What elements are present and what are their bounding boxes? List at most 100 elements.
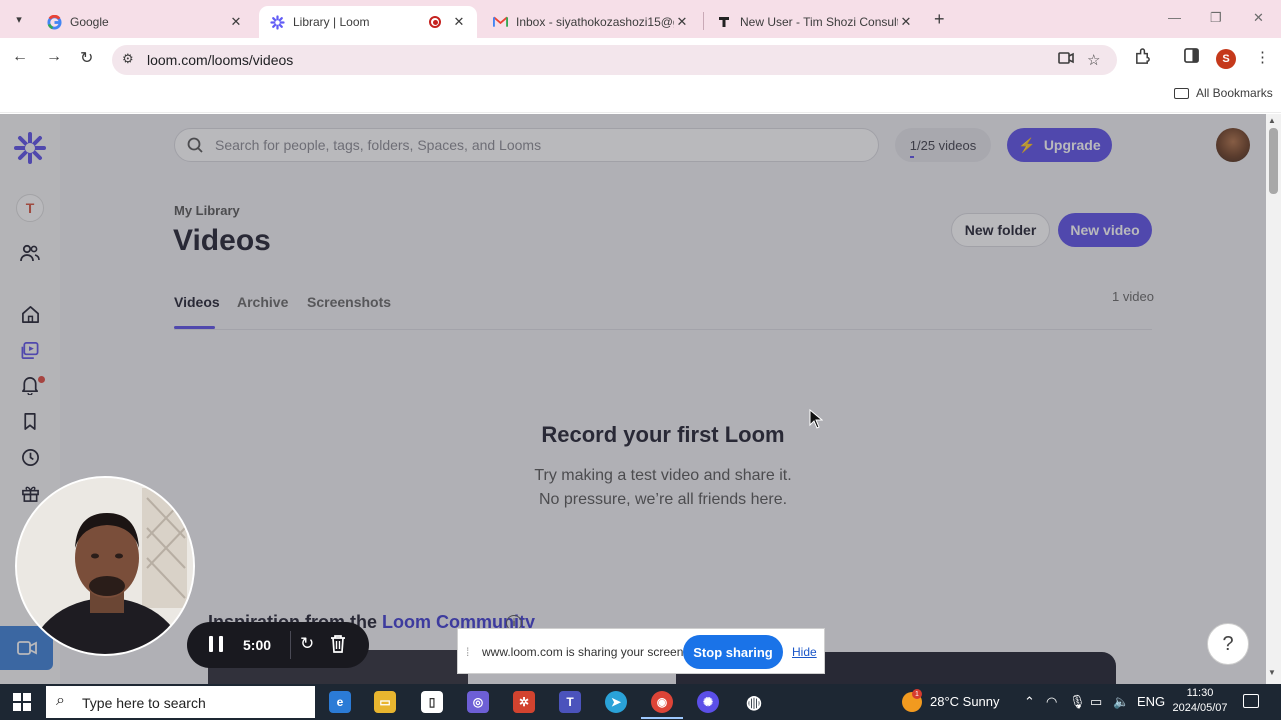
scroll-down-arrow-icon[interactable]: ▼ [1268, 668, 1276, 677]
app-icon[interactable]: ✲ [513, 691, 535, 713]
search-input[interactable] [215, 134, 855, 156]
controls-divider [290, 631, 291, 659]
empty-state-line-1: Try making a test video and share it. [534, 467, 792, 484]
google-icon [46, 14, 62, 30]
people-icon[interactable] [19, 242, 41, 264]
restore-icon[interactable]: ❐ [1210, 10, 1222, 26]
volume-icon[interactable]: 🔈 [1113, 694, 1129, 710]
tab-new-user[interactable]: New User - Tim Shozi Consulting ✕ [706, 6, 924, 38]
search-bar[interactable] [174, 128, 879, 162]
obs-icon[interactable]: ◍ [743, 691, 765, 713]
upgrade-label: Upgrade [1043, 137, 1101, 153]
tab-archive[interactable]: Archive [237, 294, 288, 310]
recording-controls: 5:00 ↻ [187, 622, 369, 668]
page-title: Videos [173, 224, 271, 257]
workspace-avatar[interactable]: T [16, 194, 44, 222]
new-video-button[interactable]: New video [1058, 213, 1152, 247]
new-tab-icon[interactable]: + [934, 9, 945, 30]
loom-page: T 1/25 videos ⚡ Upg [0, 114, 1266, 684]
site-info-icon[interactable]: ⚙ [122, 51, 134, 67]
battery-icon[interactable]: ▭ [1090, 694, 1102, 710]
weather-badge: 1 [912, 689, 922, 699]
tab-gmail-inbox[interactable]: Inbox - siyathokozashozi15@gmail.com ✕ [482, 6, 700, 38]
tab-videos[interactable]: Videos [174, 294, 220, 310]
user-avatar[interactable] [1216, 128, 1250, 162]
stop-sharing-button[interactable]: Stop sharing [683, 635, 783, 669]
scrollbar-thumb[interactable] [1269, 128, 1278, 194]
breadcrumb[interactable]: My Library [174, 203, 240, 218]
new-folder-button[interactable]: New folder [951, 213, 1050, 247]
camera-bubble[interactable] [15, 476, 195, 656]
notification-dot [38, 376, 45, 383]
library-icon[interactable] [19, 339, 41, 361]
minimize-icon[interactable]: — [1168, 10, 1181, 25]
mouse-cursor-icon [809, 409, 823, 429]
all-bookmarks-label: All Bookmarks [1196, 86, 1273, 100]
video-camera-icon [16, 641, 37, 655]
pause-icon[interactable] [209, 636, 223, 652]
gmail-icon [492, 14, 508, 30]
tray-chevron-icon[interactable]: ⌃ [1024, 694, 1035, 710]
restart-icon[interactable]: ↻ [300, 634, 314, 654]
close-tab-icon[interactable]: ✕ [674, 14, 690, 30]
tab-google[interactable]: Google ✕ [36, 6, 254, 38]
home-icon[interactable] [19, 303, 41, 325]
trash-icon[interactable] [330, 634, 346, 654]
loom-logo-icon[interactable] [14, 132, 46, 164]
drag-handle-icon[interactable]: ⁞ [466, 645, 469, 659]
clock-icon[interactable] [19, 446, 41, 468]
tab-label: Inbox - siyathokozashozi15@gmail.com [516, 15, 674, 29]
taskbar-search[interactable]: ⌕ Type here to search [46, 686, 315, 718]
tab-separator [703, 12, 704, 30]
network-icon[interactable]: ◠ [1046, 694, 1057, 710]
close-tab-icon[interactable]: ✕ [451, 14, 467, 30]
extensions-icon[interactable] [1134, 48, 1151, 69]
address-bar[interactable]: ⚙ loom.com/looms/videos ☆ [112, 45, 1117, 75]
mic-icon[interactable]: 🎙 [1069, 694, 1086, 710]
recording-timer: 5:00 [243, 637, 272, 653]
file-explorer-icon[interactable]: ▭ [374, 691, 396, 713]
close-tab-icon[interactable]: ✕ [228, 14, 244, 30]
language-indicator[interactable]: ENG [1137, 694, 1165, 709]
upgrade-button[interactable]: ⚡ Upgrade [1007, 128, 1112, 162]
telegram-icon[interactable]: ➤ [605, 691, 627, 713]
side-panel-icon[interactable] [1184, 48, 1199, 67]
cortana-icon[interactable]: ◎ [467, 691, 489, 713]
all-bookmarks-button[interactable]: All Bookmarks [1174, 86, 1273, 100]
clock-time: 11:30 [1186, 687, 1214, 699]
loom-taskbar-icon[interactable]: ✺ [697, 691, 719, 713]
video-count: 1 video [1112, 289, 1154, 304]
tabs-divider [174, 329, 1152, 330]
search-icon: ⌕ [56, 692, 65, 709]
weather-text[interactable]: 28°C Sunny [930, 694, 1000, 709]
tab-label: Library | Loom [293, 15, 370, 29]
sharing-notice: www.loom.com is sharing your screen. [482, 645, 687, 659]
chrome-icon[interactable]: ◉ [641, 691, 683, 719]
notifications-icon[interactable] [1243, 694, 1259, 708]
search-icon [187, 137, 203, 153]
windows-start-icon[interactable] [13, 693, 31, 711]
tab-search-chevron-icon[interactable]: ▾ [8, 8, 30, 30]
forward-icon[interactable]: → [46, 48, 62, 66]
profile-avatar[interactable]: S [1216, 49, 1236, 69]
hide-link[interactable]: Hide [792, 645, 817, 659]
bookmark-star-icon[interactable]: ☆ [1087, 51, 1100, 69]
teams-icon[interactable]: T [559, 691, 581, 713]
reload-icon[interactable]: ↻ [80, 48, 93, 68]
tab-screenshots[interactable]: Screenshots [307, 294, 391, 310]
webcam-person-image [17, 478, 193, 654]
close-tab-icon[interactable]: ✕ [898, 14, 914, 30]
cast-icon[interactable] [1058, 51, 1074, 69]
tab-label: New User - Tim Shozi Consulting [740, 15, 898, 29]
scroll-up-arrow-icon[interactable]: ▲ [1268, 116, 1276, 125]
notepad-icon[interactable]: ▯ [421, 691, 443, 713]
folder-icon [1174, 87, 1189, 99]
more-menu-icon[interactable]: ⋮ [1255, 48, 1270, 66]
close-window-icon[interactable]: ✕ [1253, 10, 1264, 26]
help-button[interactable]: ? [1207, 623, 1249, 665]
clock[interactable]: 11:30 2024/05/07 [1170, 686, 1230, 716]
tab-library-loom[interactable]: Library | Loom ✕ [259, 6, 477, 38]
back-icon[interactable]: ← [12, 48, 28, 66]
page-scrollbar[interactable] [1266, 114, 1281, 684]
edge-icon[interactable]: e [329, 691, 351, 713]
